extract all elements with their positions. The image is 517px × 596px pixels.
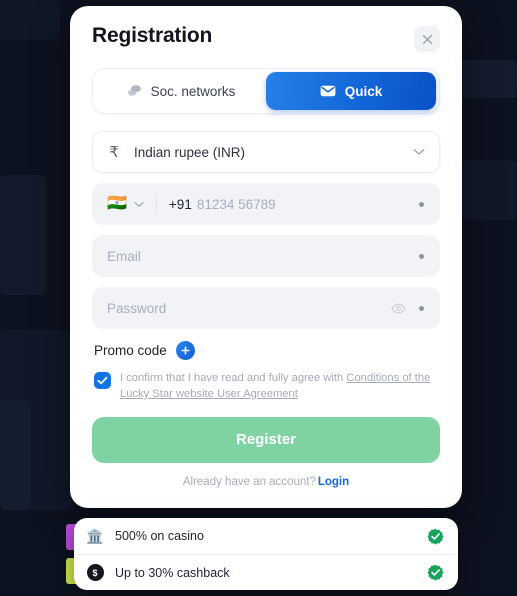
- email-status-dot: [419, 253, 424, 259]
- currency-value: Indian rupee (INR): [134, 144, 246, 160]
- green-check-badge: [427, 564, 444, 581]
- tab-soc-networks[interactable]: Soc. networks: [96, 72, 266, 110]
- chevron-down-icon: [413, 148, 425, 156]
- registration-method-tabs: Soc. networks Quick: [92, 68, 440, 114]
- phone-field[interactable]: 🇮🇳 +91 81234 56789: [92, 183, 440, 225]
- add-promo-code-button[interactable]: [175, 341, 195, 360]
- login-prompt-row: Already have an account? Login: [92, 476, 440, 488]
- envelope-icon: [320, 85, 336, 97]
- background-shape: [0, 400, 30, 510]
- rupee-icon: ₹: [109, 144, 119, 161]
- login-prompt-text: Already have an account?: [182, 475, 316, 488]
- bonus-row-cashback[interactable]: $ Up to 30% cashback: [74, 554, 458, 590]
- bonus-offers-card: 🏛️ 500% on casino $ Up to 30% cashback: [74, 518, 458, 590]
- background-shape: [0, 175, 46, 295]
- background-shape: [0, 0, 60, 40]
- eye-icon[interactable]: [391, 303, 406, 314]
- bonus-row-casino[interactable]: 🏛️ 500% on casino: [74, 518, 458, 554]
- page-title: Registration: [92, 24, 213, 47]
- registration-modal: Registration Soc. networks Quick ₹ India…: [70, 6, 462, 508]
- password-status-dot: [419, 305, 424, 311]
- modal-header: Registration: [92, 24, 440, 52]
- phone-status-dot: [419, 201, 424, 207]
- country-flag-icon: 🇮🇳: [107, 195, 127, 212]
- bonus-label: 500% on casino: [115, 529, 204, 543]
- password-placeholder: Password: [107, 300, 167, 316]
- background-shape: [461, 160, 517, 220]
- promo-code-row: Promo code: [94, 341, 440, 360]
- field-divider: [155, 194, 157, 214]
- tab-quick[interactable]: Quick: [266, 72, 436, 110]
- phone-placeholder: 81234 56789: [196, 196, 276, 212]
- login-link[interactable]: Login: [318, 476, 349, 488]
- country-chevron-down-icon[interactable]: [134, 201, 144, 208]
- casino-bank-icon: 🏛️: [86, 527, 104, 544]
- terms-consent-plain: I confirm that I have read and fully agr…: [120, 372, 347, 384]
- email-field[interactable]: Email: [92, 235, 440, 277]
- tab-soc-networks-label: Soc. networks: [150, 83, 236, 99]
- currency-select[interactable]: ₹ Indian rupee (INR): [92, 131, 440, 173]
- tab-quick-label: Quick: [344, 83, 383, 99]
- register-button[interactable]: Register: [92, 416, 440, 463]
- close-icon: [422, 34, 432, 44]
- terms-consent-row: I confirm that I have read and fully agr…: [94, 371, 440, 403]
- plus-icon: [181, 346, 190, 355]
- green-check-badge: [427, 528, 444, 545]
- promo-code-label: Promo code: [94, 343, 167, 358]
- chat-bubble-icon: [127, 85, 141, 97]
- checkmark-icon: [97, 376, 108, 385]
- coin-dollar-icon: $: [86, 564, 104, 582]
- terms-checkbox[interactable]: [94, 372, 111, 389]
- email-placeholder: Email: [107, 248, 141, 264]
- terms-consent-text: I confirm that I have read and fully agr…: [120, 371, 440, 403]
- bonus-label: Up to 30% cashback: [115, 565, 230, 580]
- password-field[interactable]: Password: [92, 287, 440, 329]
- close-button[interactable]: [414, 26, 440, 52]
- phone-dial-code: +91: [168, 196, 192, 212]
- background-shape: [455, 60, 517, 98]
